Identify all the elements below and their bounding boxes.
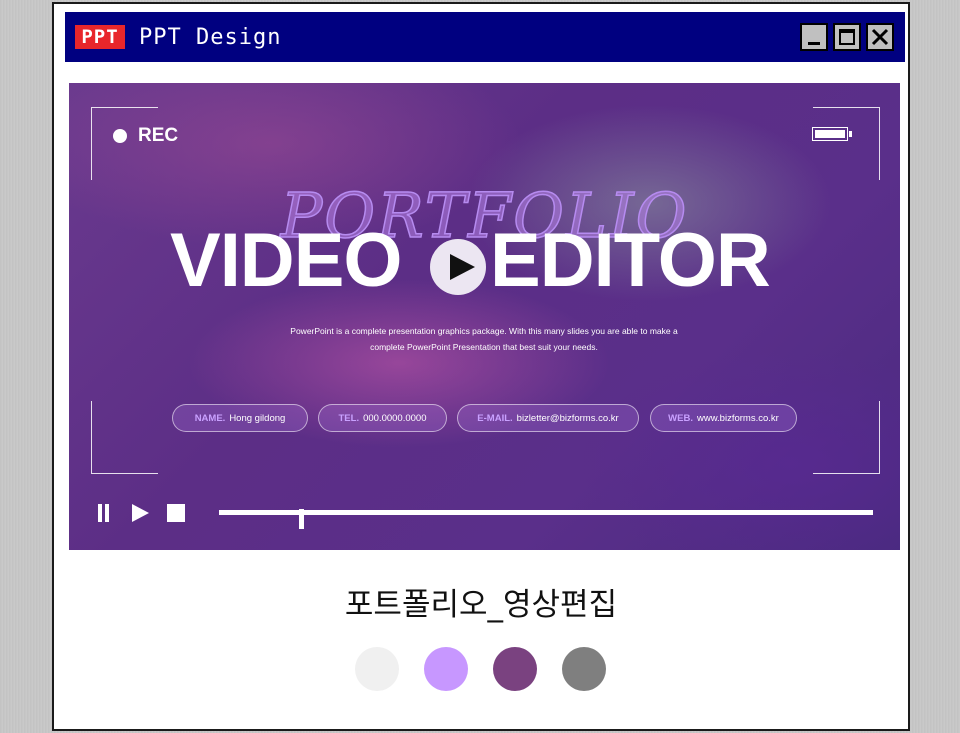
battery-icon [812,127,852,143]
close-icon [871,28,889,46]
contact-value: bizletter@bizforms.co.kr [516,412,619,424]
contact-label: TEL. [338,412,360,424]
video-slide-preview: REC PORTFOLIO VIDEO EDITOR PowerPoint is… [69,83,900,550]
contact-value: Hong gildong [229,412,286,424]
progress-thumb[interactable] [298,509,304,529]
maximize-icon [839,29,855,45]
description: PowerPoint is a complete presentation gr… [259,323,709,355]
contact-pill-tel: TEL. 000.0000.0000 [318,404,447,432]
ppt-logo: PPT [75,25,125,49]
contact-pill-name: NAME. Hong gildong [172,404,308,432]
frame-corner-top-right [813,107,880,180]
description-line: PowerPoint is a complete presentation gr… [290,326,678,336]
title-video: VIDEO [170,218,402,303]
maximize-button[interactable] [833,23,861,51]
contact-label: WEB. [668,412,693,424]
minimize-button[interactable] [800,23,828,51]
description-line: complete PowerPoint Presentation that be… [370,342,598,352]
play-button-icon[interactable] [132,504,149,522]
color-palette [54,647,908,691]
title-editor: EDITOR [490,218,771,303]
minimize-icon [808,42,820,45]
contact-pill-email: E-MAIL. bizletter@bizforms.co.kr [457,404,639,432]
rec-indicator: REC [113,125,178,147]
slide-caption: 포트폴리오_영상편집 [344,587,618,623]
contact-pills: NAME. Hong gildong TEL. 000.0000.0000 E-… [69,404,900,434]
stop-icon[interactable] [167,504,185,522]
progress-track[interactable] [219,509,873,529]
app-window: PPT PPT Design REC PORTFOLIO VIDEO EDITO… [52,2,910,731]
rec-label: REC [138,125,179,146]
title-bar[interactable]: PPT PPT Design [65,12,905,62]
contact-label: NAME. [194,412,226,424]
record-dot-icon [113,129,127,143]
contact-label: E-MAIL. [477,412,513,424]
pause-icon[interactable] [97,504,111,522]
color-swatch [424,647,468,691]
contact-value: 000.0000.0000 [363,412,427,424]
contact-value: www.bizforms.co.kr [696,412,779,424]
color-swatch [562,647,606,691]
close-button[interactable] [866,23,894,51]
window-title: PPT Design [139,24,282,50]
play-icon[interactable] [430,239,486,295]
contact-pill-web: WEB. www.bizforms.co.kr [650,404,797,432]
player-controls [97,503,887,529]
color-swatch [493,647,537,691]
color-swatch [355,647,399,691]
window-controls [800,23,894,51]
